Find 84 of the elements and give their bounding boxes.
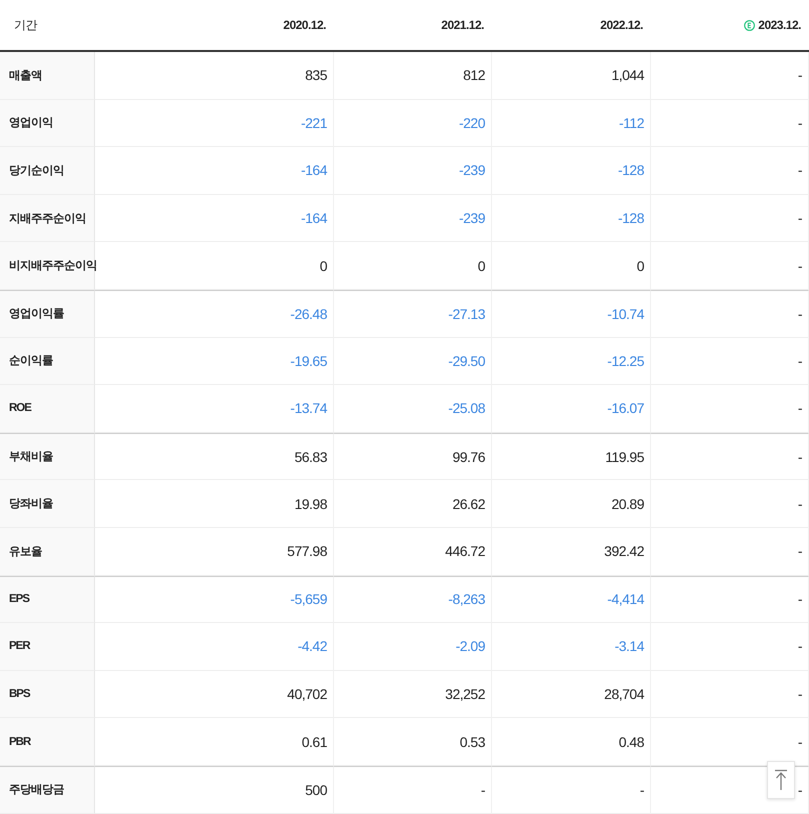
table-cell: 0.48 xyxy=(492,718,651,766)
table-cell: -239 xyxy=(334,147,492,195)
table-cell: - xyxy=(651,576,809,624)
table-cell: - xyxy=(651,338,809,386)
table-cell: - xyxy=(651,670,809,718)
table-cell: 0.61 xyxy=(95,718,334,766)
column-label: 2023.12. xyxy=(758,18,801,32)
row-label: PER xyxy=(0,623,95,671)
column-label: 2021.12. xyxy=(441,18,484,32)
table-cell: - xyxy=(651,194,809,242)
table-cell: - xyxy=(651,480,809,528)
row-label: 지배주주순이익 xyxy=(0,194,95,242)
table-cell: -3.14 xyxy=(492,623,651,671)
table-cell: -12.25 xyxy=(492,338,651,386)
table-cell: 0 xyxy=(334,242,492,290)
row-label: 당좌비율 xyxy=(0,480,95,528)
table-cell: -112 xyxy=(492,100,651,148)
table-cell: -26.48 xyxy=(95,290,334,338)
table-cell: -164 xyxy=(95,194,334,242)
row-label: 영업이익률 xyxy=(0,290,95,338)
table-cell: -10.74 xyxy=(492,290,651,338)
table-cell: - xyxy=(651,432,809,480)
row-label: BPS xyxy=(0,670,95,718)
table-cell: -13.74 xyxy=(95,385,334,433)
table-cell: 500 xyxy=(95,766,334,814)
table-cell: 40,702 xyxy=(95,670,334,718)
table-cell: -220 xyxy=(334,100,492,148)
row-label: 비지배주주순이익 xyxy=(0,242,95,290)
scroll-top-button[interactable] xyxy=(767,761,795,799)
table-cell: 835 xyxy=(95,52,334,100)
table-cell: -5,659 xyxy=(95,576,334,624)
table-cell: 0 xyxy=(492,242,651,290)
table-cell: - xyxy=(651,290,809,338)
table-cell: - xyxy=(334,766,492,814)
table-cell: 812 xyxy=(334,52,492,100)
table-cell: - xyxy=(651,242,809,290)
table-cell: - xyxy=(651,528,809,576)
table-cell: -27.13 xyxy=(334,290,492,338)
row-label: ROE xyxy=(0,385,95,433)
arrow-up-icon xyxy=(774,769,788,791)
table-cell: 392.42 xyxy=(492,528,651,576)
row-label: 유보율 xyxy=(0,528,95,576)
table-cell: -4.42 xyxy=(95,623,334,671)
table-cell: 1,044 xyxy=(492,52,651,100)
column-label: 2020.12. xyxy=(283,18,326,32)
row-label: EPS xyxy=(0,576,95,624)
table-cell: 32,252 xyxy=(334,670,492,718)
table-cell: -128 xyxy=(492,194,651,242)
table-cell: -19.65 xyxy=(95,338,334,386)
table-cell: -128 xyxy=(492,147,651,195)
table-cell: -239 xyxy=(334,194,492,242)
table-cell: -8,263 xyxy=(334,576,492,624)
row-label: 영업이익 xyxy=(0,100,95,148)
table-cell: 19.98 xyxy=(95,480,334,528)
row-label: 매출액 xyxy=(0,52,95,100)
table-cell: 0 xyxy=(95,242,334,290)
row-label: 순이익률 xyxy=(0,338,95,386)
table-cell: 28,704 xyxy=(492,670,651,718)
table-cell: -221 xyxy=(95,100,334,148)
row-label: PBR xyxy=(0,718,95,766)
table-cell: - xyxy=(651,52,809,100)
table-cell: 56.83 xyxy=(95,432,334,480)
table-cell: -164 xyxy=(95,147,334,195)
table-cell: - xyxy=(651,385,809,433)
table-cell: -29.50 xyxy=(334,338,492,386)
table-cell: 20.89 xyxy=(492,480,651,528)
table-cell: 99.76 xyxy=(334,432,492,480)
row-label: 당기순이익 xyxy=(0,147,95,195)
table-cell: - xyxy=(651,623,809,671)
table-cell: -16.07 xyxy=(492,385,651,433)
table-cell: 0.53 xyxy=(334,718,492,766)
table-cell: -4,414 xyxy=(492,576,651,624)
table-cell: - xyxy=(651,147,809,195)
table-cell: 26.62 xyxy=(334,480,492,528)
table-cell: - xyxy=(492,766,651,814)
table-cell: -25.08 xyxy=(334,385,492,433)
row-label: 주당배당금 xyxy=(0,766,95,814)
column-label: 2022.12. xyxy=(600,18,643,32)
table-cell: - xyxy=(651,100,809,148)
table-cell: -2.09 xyxy=(334,623,492,671)
table-cell: 446.72 xyxy=(334,528,492,576)
table-cell: 577.98 xyxy=(95,528,334,576)
row-label: 부채비율 xyxy=(0,432,95,480)
table-cell: 119.95 xyxy=(492,432,651,480)
